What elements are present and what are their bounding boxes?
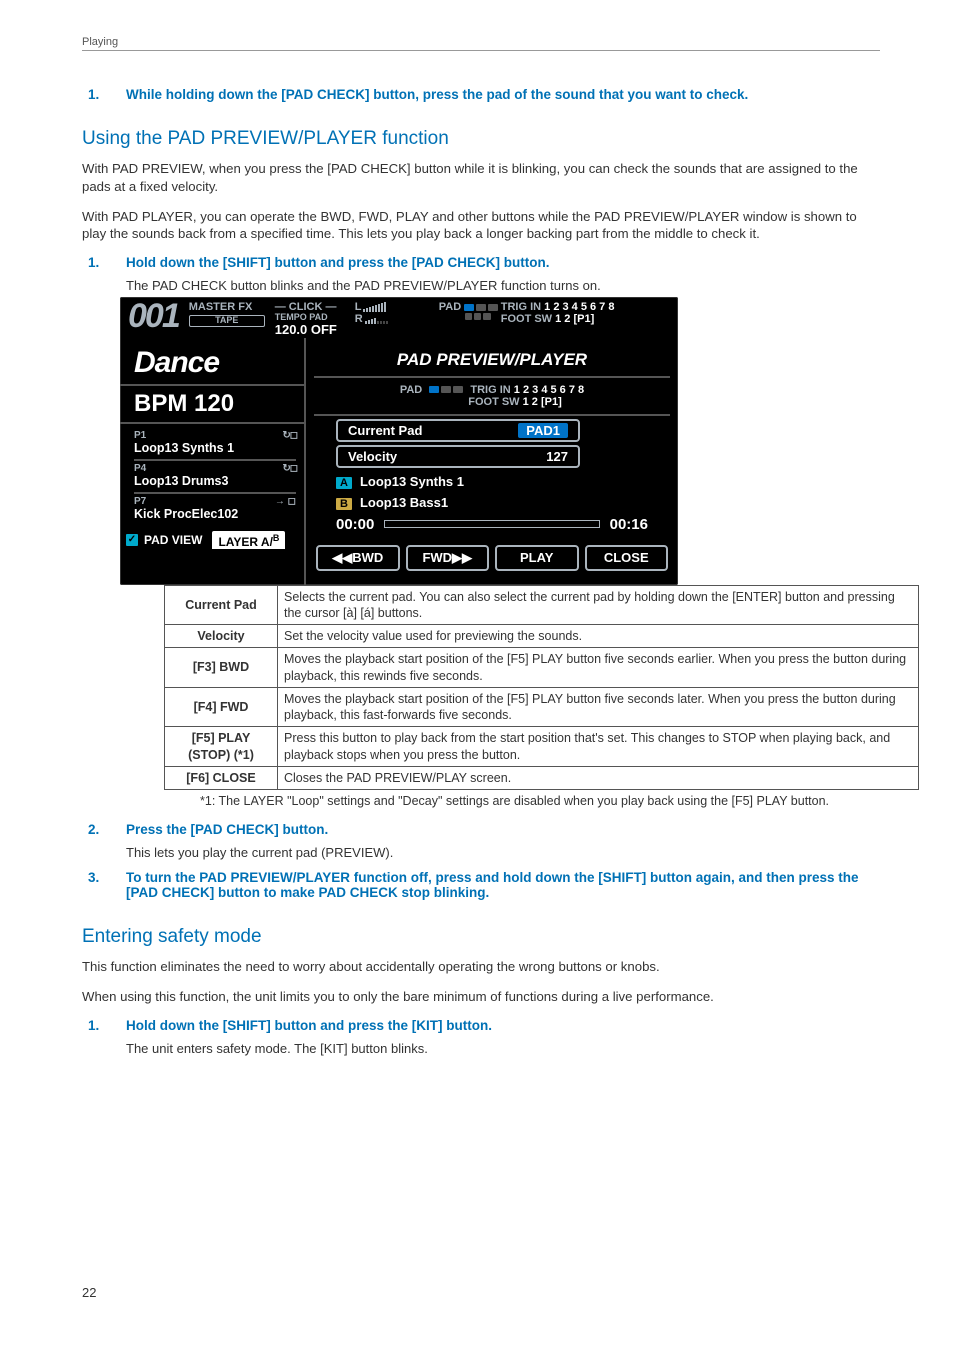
header-rule	[82, 50, 880, 51]
table-desc: Moves the playback start position of the…	[278, 687, 919, 727]
lcd-field-row: Velocity 127	[336, 445, 580, 468]
parameter-table: Current PadSelects the current pad. You …	[164, 585, 919, 791]
arrow-icon: → ◻	[275, 496, 296, 507]
lcd-label: PAD	[439, 301, 461, 313]
section-title: Entering safety mode	[82, 926, 880, 948]
page-number: 22	[82, 1285, 96, 1300]
lcd-bwd-button: ◀◀BWD	[316, 545, 400, 571]
lcd-label: MASTER FX	[189, 301, 265, 313]
lcd-label: 1 2 3 4 5 6 7 8	[514, 384, 584, 396]
lcd-time-start: 00:00	[336, 516, 374, 533]
step-subtext: The unit enters safety mode. The [KIT] b…	[126, 1041, 880, 1056]
footnote: *1: The LAYER "Loop" settings and "Decay…	[200, 794, 880, 808]
lcd-label: PAD VIEW	[144, 533, 202, 547]
lcd-panel-title: PAD PREVIEW/PLAYER	[314, 338, 670, 378]
lcd-field-value: PAD1	[518, 423, 568, 438]
step-number: 1.	[82, 87, 126, 102]
table-desc: Set the velocity value used for previewi…	[278, 625, 919, 648]
step-text: Press the [PAD CHECK] button.	[126, 822, 880, 837]
table-label: [F3] BWD	[165, 648, 278, 688]
meter-icon	[363, 302, 386, 312]
lcd-time-end: 00:16	[610, 516, 648, 533]
lcd-label: FOOT SW	[468, 396, 519, 408]
pad-grid-icon	[465, 313, 491, 320]
table-label: Velocity	[165, 625, 278, 648]
lcd-field-label: Current Pad	[348, 423, 422, 438]
table-label: [F6] CLOSE	[165, 766, 278, 789]
lcd-label: R	[355, 313, 363, 325]
step-text: Hold down the [SHIFT] button and press t…	[126, 255, 880, 270]
table-desc: Closes the PAD PREVIEW/PLAY screen.	[278, 766, 919, 789]
lcd-time-row: 00:00 00:16	[336, 516, 648, 533]
lcd-layer-a: ALoop13 Synths 1	[336, 474, 648, 489]
lcd-bpm: BPM 120	[120, 386, 304, 424]
table-label: [F4] FWD	[165, 687, 278, 727]
step-number: 2.	[82, 822, 126, 860]
lcd-label: 1 2 [P1]	[523, 396, 562, 408]
lcd-close-button: CLOSE	[585, 545, 669, 571]
lcd-label: Loop13 Bass1	[360, 495, 448, 510]
lcd-screenshot: 001 MASTER FX TAPE — CLICK — TEMPO PAD 1…	[120, 297, 678, 584]
lcd-pad-item: P4 ↻ ◻ Loop13 Drums3	[134, 461, 296, 494]
lcd-pad-slot: P7	[134, 496, 146, 507]
paragraph: When using this function, the unit limit…	[82, 988, 880, 1006]
loop-icon: ↻ ◻	[283, 430, 296, 441]
step-text: Hold down the [SHIFT] button and press t…	[126, 1018, 880, 1033]
step-subtext: This lets you play the current pad (PREV…	[126, 845, 880, 860]
paragraph: This function eliminates the need to wor…	[82, 958, 880, 976]
meter-icon	[365, 314, 388, 324]
pad-grid-icon	[429, 386, 463, 393]
lcd-pad-slot: P4	[134, 463, 146, 474]
progress-bar-icon	[384, 520, 599, 528]
lcd-label: Loop13 Synths 1	[360, 474, 464, 489]
lcd-play-button: PLAY	[495, 545, 579, 571]
loop-icon: ↻ ◻	[283, 463, 296, 474]
step-number: 1.	[82, 1018, 126, 1056]
table-label: [F5] PLAY (STOP) (*1)	[165, 727, 278, 767]
lcd-label: TRIG IN	[501, 301, 541, 313]
lcd-pad-item: P1 ↻ ◻ Loop13 Synths 1	[134, 428, 296, 461]
lcd-field-label: Velocity	[348, 449, 397, 464]
table-desc: Press this button to play back from the …	[278, 727, 919, 767]
lcd-layer-b: BLoop13 Bass1	[336, 495, 648, 510]
lcd-label: 1 2 [P1]	[555, 313, 594, 325]
lcd-tape-box: TAPE	[189, 315, 265, 327]
lcd-label: PAD	[400, 384, 422, 396]
lcd-pad-name: Loop13 Synths 1	[134, 441, 296, 455]
step-text: While holding down the [PAD CHECK] butto…	[126, 87, 880, 102]
section-title: Using the PAD PREVIEW/PLAYER function	[82, 128, 880, 150]
lcd-label: FOOT SW	[501, 313, 552, 325]
intro-steps: 1. While holding down the [PAD CHECK] bu…	[82, 87, 880, 102]
lcd-field-row: Current Pad PAD1	[336, 419, 580, 442]
lcd-kit-name: Dance	[120, 338, 304, 386]
pad-grid-icon	[464, 304, 498, 311]
lcd-pad-name: Loop13 Drums3	[134, 474, 296, 488]
table-desc: Moves the playback start position of the…	[278, 648, 919, 688]
table-label: Current Pad	[165, 585, 278, 625]
checkbox-icon: ✓	[126, 534, 138, 546]
step-number: 3.	[82, 870, 126, 900]
step-number: 1.	[82, 255, 126, 293]
lcd-label: 1 2 3 4 5 6 7 8	[544, 301, 614, 313]
lcd-field-value: 127	[546, 449, 568, 464]
lcd-fwd-button: FWD▶▶	[406, 545, 490, 571]
paragraph: With PAD PLAYER, you can operate the BWD…	[82, 208, 880, 244]
lcd-label: 120.0 OFF	[275, 323, 345, 337]
lcd-pad-name: Kick ProcElec102	[134, 507, 296, 521]
lcd-status-row: PAD TRIG IN 1 2 3 4 5 6 7 8 FOOT SW 1 2 …	[314, 378, 670, 416]
lcd-pad-slot: P1	[134, 430, 146, 441]
step-text: To turn the PAD PREVIEW/PLAYER function …	[126, 870, 880, 900]
lcd-label: L	[355, 301, 362, 313]
lcd-pad-item: P7 → ◻ Kick ProcElec102	[134, 494, 296, 525]
lcd-tab: LAYER A/B	[212, 531, 285, 549]
paragraph: With PAD PREVIEW, when you press the [PA…	[82, 160, 880, 196]
running-header: Playing	[82, 36, 880, 48]
lcd-label: TRIG IN	[470, 384, 510, 396]
table-desc: Selects the current pad. You can also se…	[278, 585, 919, 625]
step-subtext: The PAD CHECK button blinks and the PAD …	[126, 278, 880, 293]
lcd-kit-number: 001	[128, 301, 179, 332]
